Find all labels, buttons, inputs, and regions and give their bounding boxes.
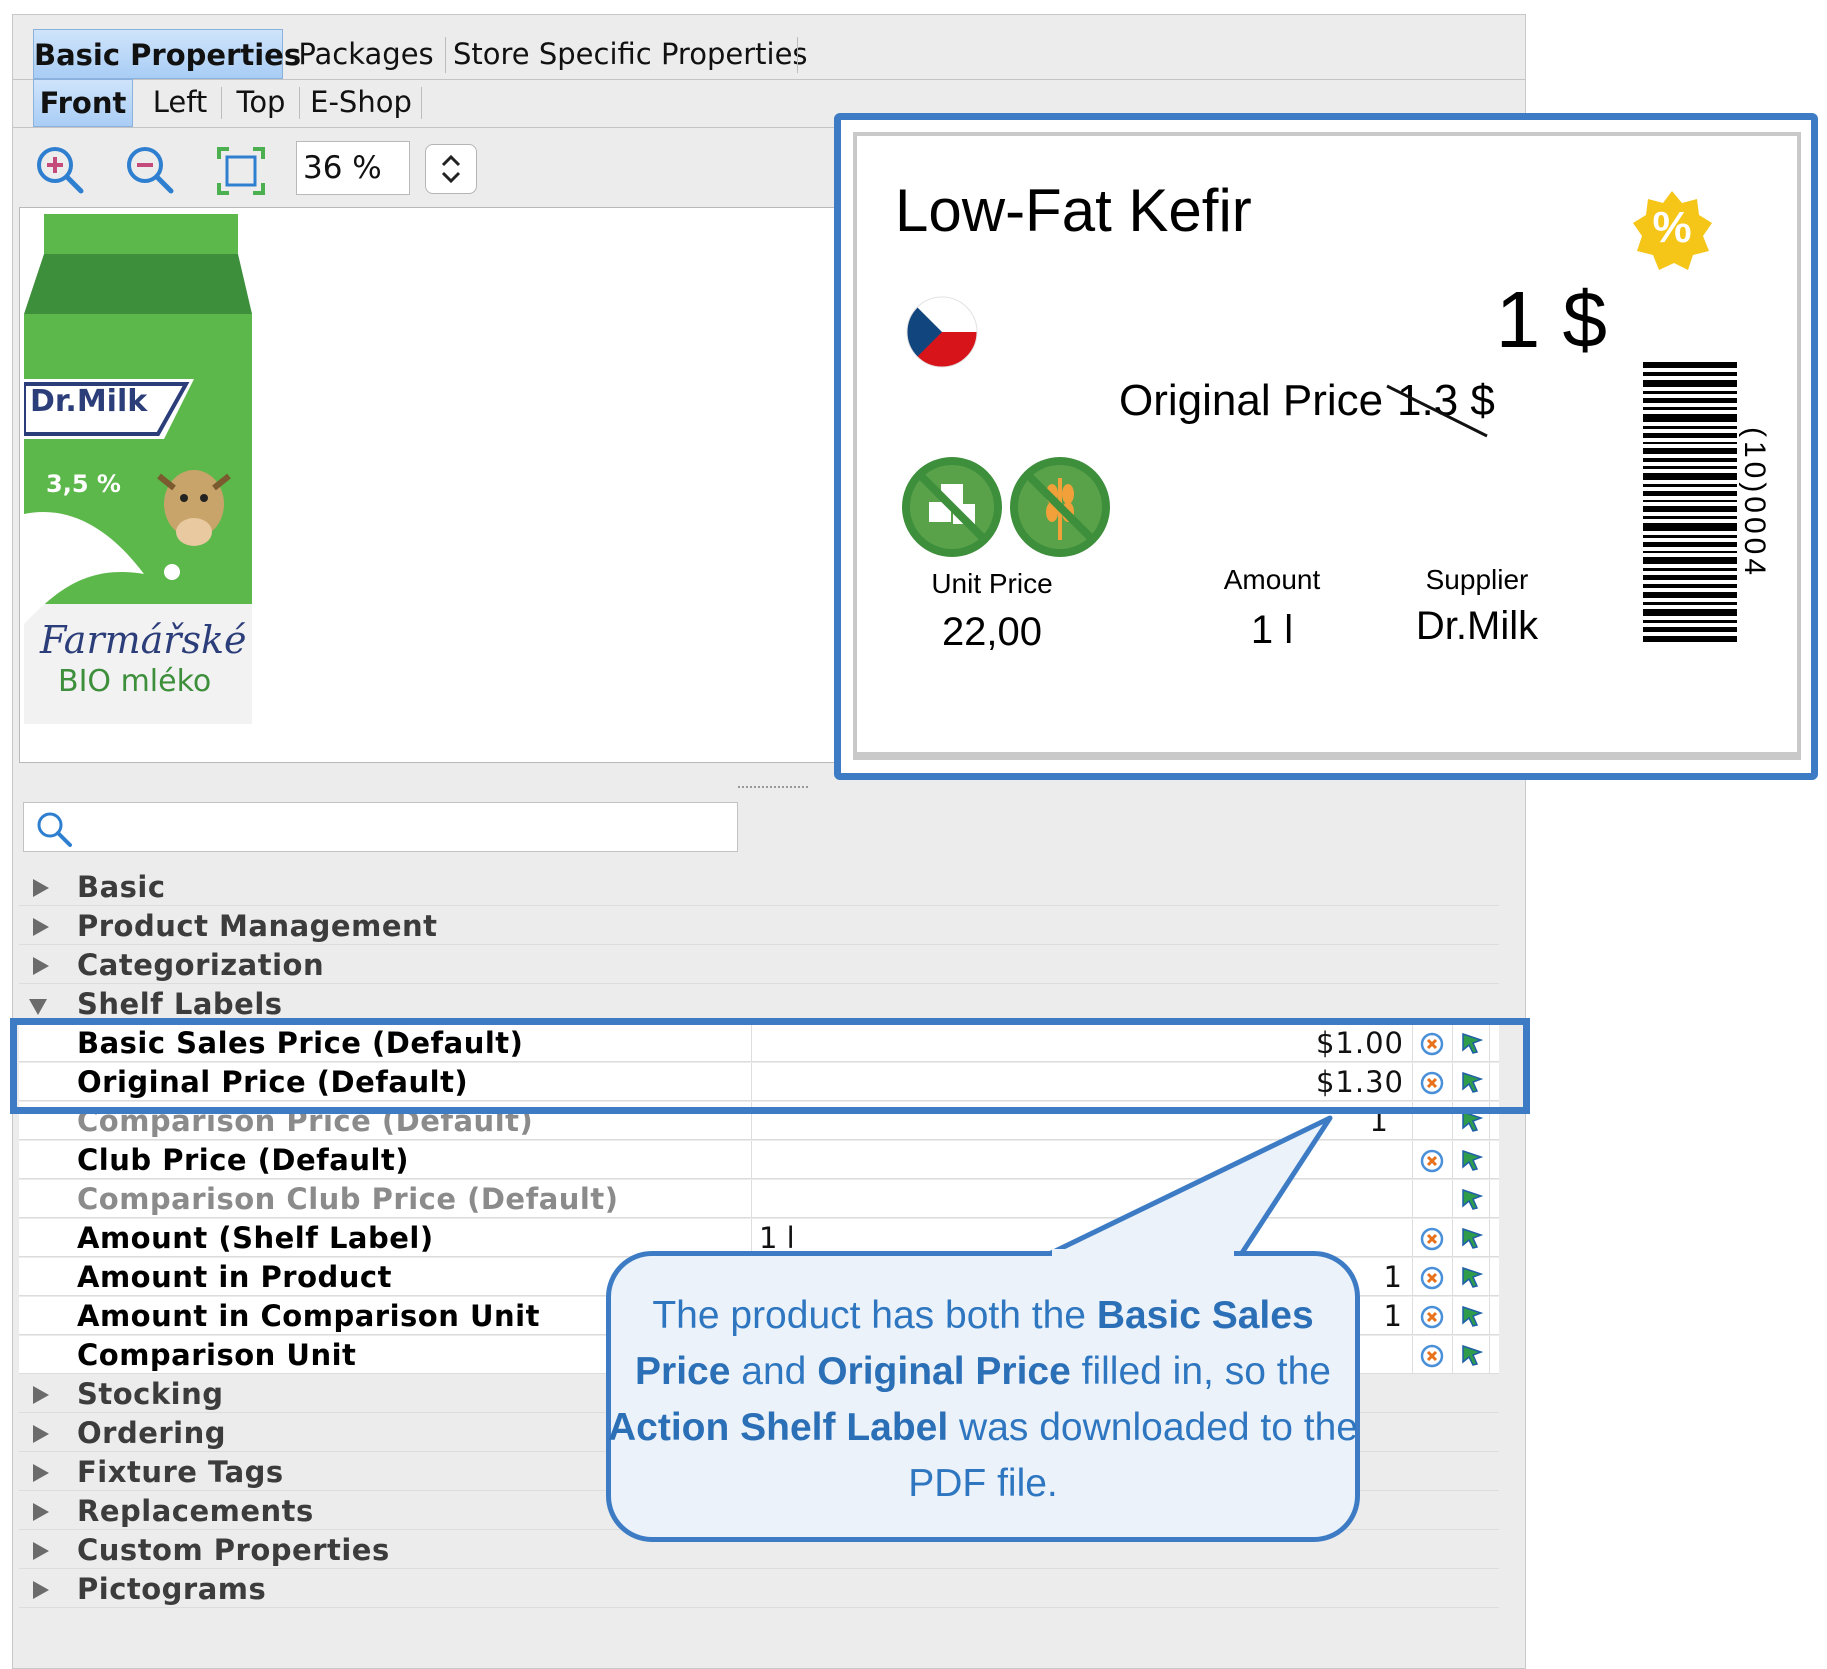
carton-line2: BIO mléko [58, 664, 212, 699]
property-label: Comparison Unit [77, 1338, 357, 1372]
fit-to-screen-icon[interactable] [213, 143, 269, 199]
clear-value-icon[interactable] [1419, 1265, 1445, 1291]
clear-value-icon[interactable] [1419, 1226, 1445, 1252]
tree-category-basic[interactable]: Basic [19, 868, 1499, 906]
category-label: Categorization [77, 948, 325, 982]
zoom-level-input[interactable]: 36 % [296, 141, 410, 195]
callout-text: The product has both the Basic Sales Pri… [608, 1294, 1358, 1505]
search-icon [34, 809, 74, 853]
property-row-comparison-club-price[interactable]: Comparison Club Price (Default) [19, 1180, 1499, 1218]
product-image-carton: Dr.Milk 3,5 % Farmářské BIO mléko [22, 214, 252, 724]
callout-bold-original-price: Original Price [817, 1350, 1071, 1393]
category-label: Pictograms [77, 1572, 267, 1606]
label-original-price-caption: Original Price [1119, 376, 1384, 425]
pick-value-icon[interactable] [1459, 1303, 1485, 1329]
label-unit-price-value: 22,00 [941, 610, 1043, 654]
pick-value-icon[interactable] [1459, 1186, 1485, 1212]
property-label: Amount in Comparison Unit [77, 1299, 540, 1333]
category-label: Ordering [77, 1416, 227, 1450]
tab-e-shop[interactable]: E-Shop [305, 79, 417, 127]
label-price: 1 $ [1495, 275, 1607, 364]
barcode [1643, 362, 1737, 642]
property-value[interactable]: 1 [1384, 1258, 1403, 1296]
expand-arrow-icon[interactable] [33, 1425, 49, 1443]
expand-arrow-icon[interactable] [33, 1542, 49, 1560]
price-rows-highlight [10, 1018, 1530, 1114]
category-label: Basic [77, 870, 166, 904]
discount-badge-icon: % [1631, 189, 1713, 271]
clear-value-icon[interactable] [1419, 1304, 1445, 1330]
expand-arrow-icon[interactable] [33, 918, 49, 936]
property-search-input[interactable] [23, 802, 738, 852]
tab-divider [421, 87, 422, 119]
label-product-name: Low-Fat Kefir [895, 177, 1252, 244]
carton-fat: 3,5 % [46, 470, 121, 498]
property-label: Comparison Club Price (Default) [77, 1182, 619, 1216]
expand-arrow-icon[interactable] [33, 1386, 49, 1404]
splitter-handle[interactable] [738, 786, 808, 792]
tab-front[interactable]: Front [33, 79, 133, 127]
label-supplier-caption: Supplier [1425, 564, 1529, 595]
expand-arrow-icon[interactable] [33, 879, 49, 897]
label-amount-value: 1 l [1250, 608, 1294, 652]
label-amount-caption: Amount [1223, 564, 1321, 595]
shelf-label-preview: Low-Fat Kefir % 1 $ Original Price 1.3 $… [834, 113, 1818, 780]
expand-arrow-icon[interactable] [33, 1503, 49, 1521]
carton-brand: Dr.Milk [30, 384, 148, 419]
pick-value-icon[interactable] [1459, 1264, 1485, 1290]
expand-arrow-icon[interactable] [33, 957, 49, 975]
property-row-club-price[interactable]: Club Price (Default) [19, 1141, 1499, 1179]
properties-tabbar: Basic Properties Packages Store Specific… [13, 29, 1525, 80]
pick-value-icon[interactable] [1459, 1342, 1485, 1368]
category-label: Product Management [77, 909, 438, 943]
tree-category-pictograms[interactable]: Pictograms [19, 1570, 1499, 1608]
tab-top[interactable]: Top [227, 79, 295, 127]
barcode-text: (10)0004 [1738, 426, 1771, 580]
pick-value-icon[interactable] [1459, 1225, 1485, 1251]
tab-packages[interactable]: Packages [291, 29, 441, 79]
property-label: Amount in Product [77, 1260, 392, 1294]
tree-category-product-management[interactable]: Product Management [19, 907, 1499, 945]
property-value[interactable]: 1 [1384, 1297, 1403, 1335]
expand-arrow-icon[interactable] [33, 1464, 49, 1482]
property-label: Club Price (Default) [77, 1143, 410, 1177]
label-supplier-value: Dr.Milk [1415, 604, 1539, 648]
clear-value-icon[interactable] [1419, 1148, 1445, 1174]
callout-bold-action-shelf-label: Action Shelf Label [608, 1406, 949, 1449]
tab-divider [221, 87, 222, 119]
tab-divider [797, 37, 798, 73]
label-original-price-value: 1.3 $ [1397, 376, 1495, 425]
tab-left[interactable]: Left [141, 79, 219, 127]
tab-divider [299, 87, 300, 119]
pick-value-icon[interactable] [1459, 1147, 1485, 1173]
expand-arrow-icon[interactable] [33, 1581, 49, 1599]
zoom-stepper[interactable] [425, 144, 477, 194]
zoom-in-icon[interactable] [33, 143, 89, 199]
category-label: Fixture Tags [77, 1455, 284, 1489]
zoom-out-icon[interactable] [123, 143, 179, 199]
tab-divider [445, 37, 446, 73]
tree-category-categorization[interactable]: Categorization [19, 946, 1499, 984]
property-label: Amount (Shelf Label) [77, 1221, 434, 1255]
action-shelf-label: Low-Fat Kefir % 1 $ Original Price 1.3 $… [853, 132, 1801, 760]
no-sugar-icon [899, 454, 1005, 560]
carton-line1: Farmářské [40, 618, 247, 662]
category-label: Custom Properties [77, 1533, 390, 1567]
collapse-arrow-icon[interactable] [29, 999, 47, 1015]
czech-flag-icon [905, 295, 979, 369]
tab-store-specific-properties[interactable]: Store Specific Properties [453, 29, 808, 79]
label-unit-price-caption: Unit Price [931, 568, 1053, 599]
category-label: Replacements [77, 1494, 314, 1528]
clear-value-icon[interactable] [1419, 1343, 1445, 1369]
category-label: Stocking [77, 1377, 224, 1411]
gluten-free-icon [1007, 454, 1113, 560]
tab-basic-properties[interactable]: Basic Properties [33, 29, 301, 79]
